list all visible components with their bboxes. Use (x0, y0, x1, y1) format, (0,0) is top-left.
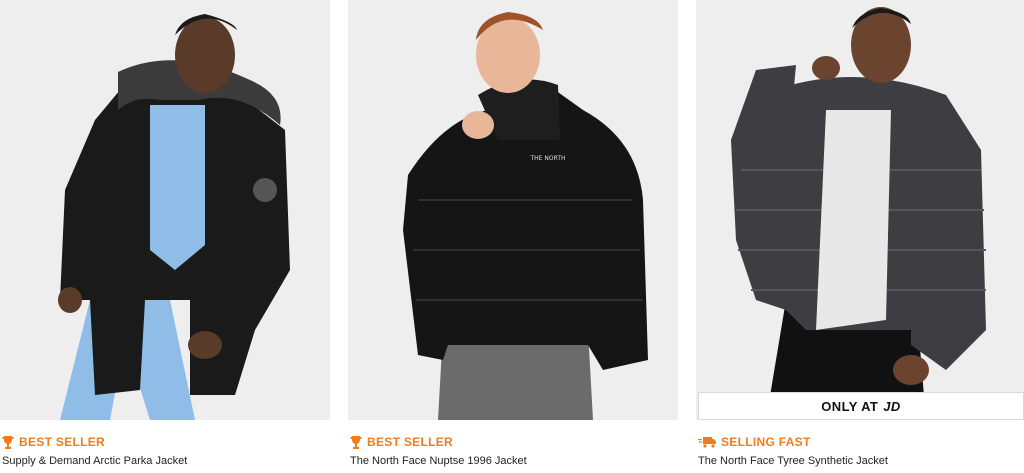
product-card[interactable]: ONLY AT JD SELLING FAST The North Face T… (696, 0, 1024, 473)
fast-delivery-icon (698, 437, 716, 448)
product-badge: BEST SELLER (350, 434, 453, 450)
product-badge: SELLING FAST (698, 434, 811, 450)
product-name[interactable]: The North Face Nuptse 1996 Jacket (350, 455, 527, 467)
jd-logo: JD (883, 398, 901, 414)
exclusive-label: ONLY AT (821, 398, 879, 414)
trophy-icon (350, 436, 362, 449)
product-image[interactable]: THE NORTH (348, 0, 678, 420)
svg-text:THE NORTH: THE NORTH (530, 155, 566, 162)
exclusive-banner: ONLY AT JD (698, 392, 1024, 420)
product-photo-nuptse: THE NORTH (348, 0, 678, 420)
product-badge: BEST SELLER (2, 434, 105, 450)
product-card[interactable]: THE NORTH BEST SELLER The North Face Nup… (348, 0, 678, 473)
product-card[interactable]: BEST SELLER Supply & Demand Arctic Parka… (0, 0, 330, 473)
product-photo-tyree (696, 0, 1024, 420)
badge-label: SELLING FAST (721, 435, 811, 449)
badge-label: BEST SELLER (367, 435, 453, 449)
product-image[interactable]: ONLY AT JD (696, 0, 1024, 420)
product-photo-parka (0, 0, 330, 420)
product-name[interactable]: Supply & Demand Arctic Parka Jacket (2, 455, 187, 467)
badge-label: BEST SELLER (19, 435, 105, 449)
trophy-icon (2, 436, 14, 449)
product-name[interactable]: The North Face Tyree Synthetic Jacket (698, 455, 888, 467)
product-image[interactable] (0, 0, 330, 420)
